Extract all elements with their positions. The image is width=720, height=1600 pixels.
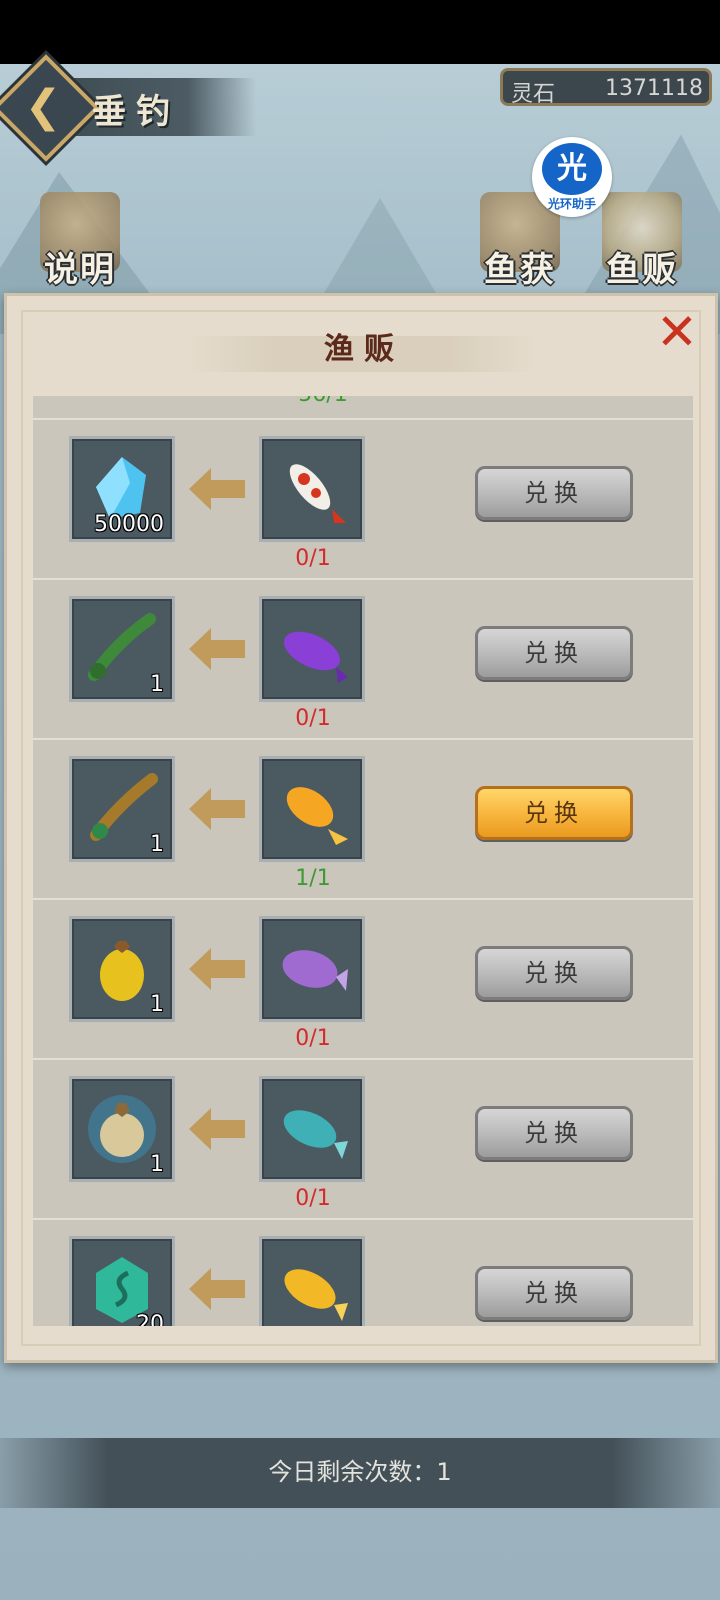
reward-quantity: 1 [150,992,164,1017]
exchange-button[interactable]: 兑换 [475,786,633,840]
reward-slot[interactable]: 1 [69,596,175,702]
fish-slot[interactable] [259,916,365,1022]
fish-count: 0/1 [295,1026,331,1051]
exchange-row: 50000 0/1 兑换 [33,418,693,578]
reward-slot[interactable]: 1 [69,1076,175,1182]
reward-slot[interactable]: 1 [69,916,175,1022]
remaining-attempts: 今日剩余次数：1 [268,1458,452,1486]
purple-arowana-icon [283,631,348,683]
fish-count: 0/1 [295,1186,331,1211]
reward-quantity: 1 [150,832,164,857]
teal-carp-icon [283,1110,348,1159]
koi-fish-icon [289,464,346,523]
close-icon[interactable]: ✕ [655,307,699,357]
purple-carp-icon [282,950,348,991]
golden-arowana-icon [286,787,348,845]
fish-slot[interactable] [259,1236,365,1326]
fish-slot[interactable] [259,1076,365,1182]
reward-slot[interactable]: 50000 [69,436,175,542]
helper-badge-caption: 光环助手 [547,197,596,211]
fish-slot[interactable] [259,756,365,862]
currency-display: 灵石 1371118 [500,68,712,107]
chevron-left-icon[interactable]: ❮ [18,82,68,132]
fish-slot[interactable] [259,596,365,702]
exchange-row: 20 兑换 [33,1218,693,1326]
reward-slot[interactable]: 20 [69,1236,175,1326]
reward-slot[interactable]: 1 [69,756,175,862]
reward-quantity: 1 [150,672,164,697]
help-button[interactable]: 说明 [30,192,130,292]
panel-title: 渔贩 [324,332,404,367]
fish-slot[interactable] [259,436,365,542]
reward-quantity: 1 [150,1152,164,1177]
exchange-row: 1 0/1 兑换 [33,578,693,738]
reward-quantity: 50000 [94,512,164,537]
arrow-left-icon [189,1108,245,1150]
page-title: 垂钓 [92,92,180,132]
help-label: 说明 [44,250,116,290]
vendor-panel: 渔贩 ✕ 56/1 50000 0/1 兑换 [4,293,718,1363]
reward-quantity: 20 [136,1312,164,1326]
helper-badge[interactable]: 光 光环助手 [532,137,612,217]
jade-fishing-rod-icon [88,613,156,681]
fish-count: 0/1 [295,706,331,731]
exchange-row: 1 0/1 兑换 [33,1058,693,1218]
bait-bag-icon [88,1095,156,1163]
catch-label: 鱼获 [484,250,556,290]
currency-value: 1371118 [605,76,703,101]
arrow-left-icon [189,948,245,990]
status-bar [0,0,720,64]
arrow-left-icon [189,628,245,670]
exchange-button[interactable]: 兑换 [475,466,633,520]
currency-label: 灵石 [511,82,556,107]
fish-count: 0/1 [295,546,331,571]
exchange-button[interactable]: 兑换 [475,1106,633,1160]
previous-row-count: 56/1 [273,396,373,407]
golden-carp-icon [284,1269,348,1321]
exchange-row: 1 1/1 兑换 [33,738,693,898]
exchange-row: 1 0/1 兑换 [33,898,693,1058]
fish-count: 1/1 [295,866,331,891]
arrow-left-icon [189,788,245,830]
exchange-list[interactable]: 56/1 50000 0/1 兑换 [33,396,693,1326]
golden-pouch-icon [100,941,144,1001]
arrow-left-icon [189,468,245,510]
helper-badge-icon: 光 [542,143,602,195]
golden-fishing-rod-icon [90,773,158,841]
vendor-label: 鱼贩 [606,250,678,290]
exchange-button[interactable]: 兑换 [475,946,633,1000]
arrow-left-icon [189,1268,245,1310]
exchange-button[interactable]: 兑换 [475,626,633,680]
exchange-button[interactable]: 兑换 [475,1266,633,1320]
